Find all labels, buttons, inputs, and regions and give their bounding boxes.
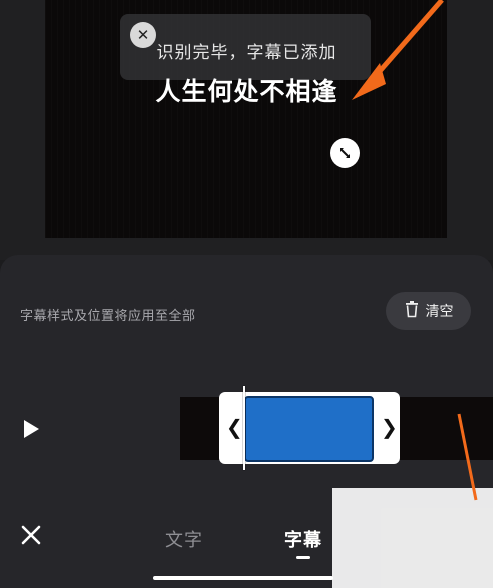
subtitle-overlay[interactable]: 人生何处不相逢 — [0, 72, 493, 108]
clear-button[interactable]: 清空 — [386, 292, 471, 330]
close-icon[interactable] — [18, 522, 44, 548]
tab-text[interactable]: 文字 — [165, 526, 203, 552]
play-icon[interactable] — [20, 418, 42, 440]
subtitle-clip[interactable] — [244, 396, 374, 462]
active-tab-indicator — [296, 556, 310, 559]
trash-icon — [404, 300, 420, 322]
home-indicator — [153, 576, 333, 580]
playhead[interactable] — [243, 386, 245, 470]
clear-label: 清空 — [425, 304, 454, 320]
style-hint: 字幕样式及位置将应用至全部 — [20, 309, 196, 324]
resize-icon[interactable] — [330, 138, 360, 168]
watermark-overlay — [332, 488, 493, 588]
tab-subtitle[interactable]: 字幕 — [284, 526, 322, 552]
trim-left-handle[interactable]: ❮ — [226, 415, 243, 439]
trim-right-handle[interactable]: ❯ — [381, 415, 398, 439]
toast-message: 识别完毕，字幕已添加 — [156, 43, 337, 63]
